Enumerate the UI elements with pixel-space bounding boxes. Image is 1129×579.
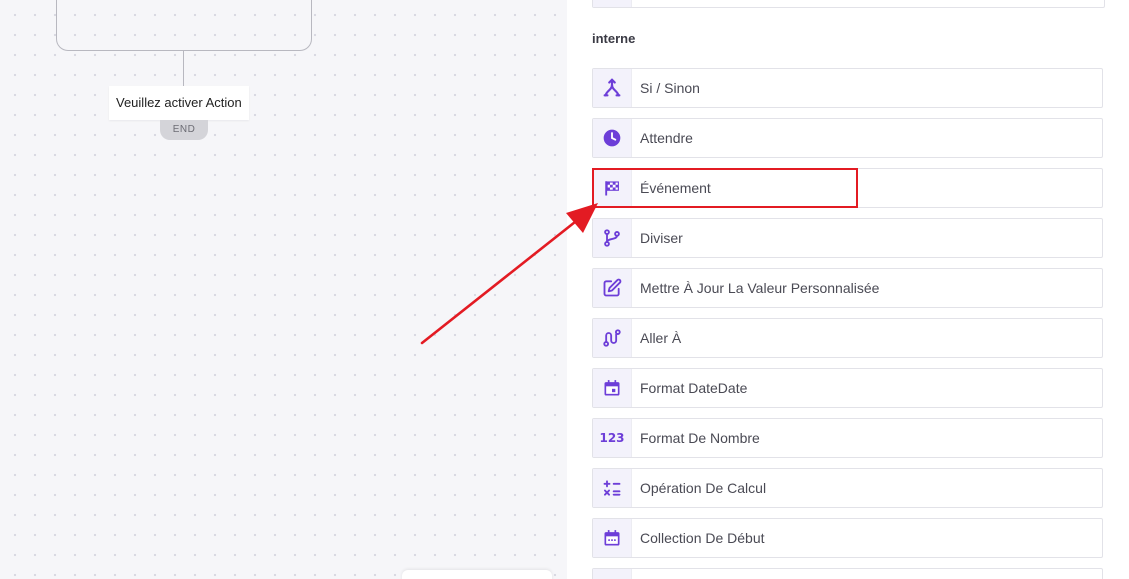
calendar-event-icon <box>604 380 620 396</box>
action-item-math-operation[interactable]: Opération De Calcul <box>592 468 1103 508</box>
calculator-operators-icon <box>603 480 621 496</box>
route-icon <box>603 329 621 347</box>
action-item-start-collection[interactable]: Collection De Début <box>592 518 1103 558</box>
action-library-panel: interne Si / Sinon Attendre Événement Di… <box>567 0 1129 579</box>
action-item-split[interactable]: Diviser <box>592 218 1103 258</box>
action-item-label: Attendre <box>640 130 693 146</box>
branch-merge-icon <box>603 78 621 97</box>
action-item-wait[interactable]: Attendre <box>592 118 1103 158</box>
previous-action-icon-cell <box>593 0 632 7</box>
workflow-node[interactable] <box>56 0 312 51</box>
activate-action-tooltip: Veuillez activer Action <box>109 86 249 120</box>
action-item-label: Événement <box>640 180 711 196</box>
action-item-event[interactable]: Événement <box>592 168 1103 208</box>
action-item-update-custom-value[interactable]: Mettre À Jour La Valeur Personnalisée <box>592 268 1103 308</box>
action-item-label: Mettre À Jour La Valeur Personnalisée <box>640 280 880 296</box>
action-item-label: Format De Nombre <box>640 430 760 446</box>
action-item-label: Aller À <box>640 330 682 346</box>
action-item-go-to[interactable]: Aller À <box>592 318 1103 358</box>
canvas-floating-card <box>402 570 552 579</box>
action-item-label: Collection De Début <box>640 530 765 546</box>
action-item-label: Format DateDate <box>640 380 748 396</box>
split-branch-icon <box>604 229 620 247</box>
section-title-interne: interne <box>592 31 636 46</box>
previous-action-item[interactable] <box>592 0 1105 8</box>
action-item-number-format[interactable]: 123 Format De Nombre <box>592 418 1103 458</box>
edit-icon <box>603 278 622 297</box>
clock-icon <box>603 129 621 147</box>
calendar-icon <box>604 530 620 546</box>
action-item-label: Diviser <box>640 230 683 246</box>
checkered-flag-icon <box>605 181 619 196</box>
end-node: END <box>160 120 208 140</box>
node-connector <box>183 50 184 86</box>
action-item-label: Opération De Calcul <box>640 480 767 496</box>
action-item-date-format[interactable]: Format DateDate <box>592 368 1103 408</box>
action-item-next-partial[interactable] <box>592 568 1103 579</box>
action-item-label: Si / Sinon <box>640 80 700 96</box>
numbers-icon: 123 <box>599 431 625 445</box>
action-item-if-else[interactable]: Si / Sinon <box>592 68 1103 108</box>
workflow-canvas[interactable]: Veuillez activer Action END <box>0 0 567 579</box>
